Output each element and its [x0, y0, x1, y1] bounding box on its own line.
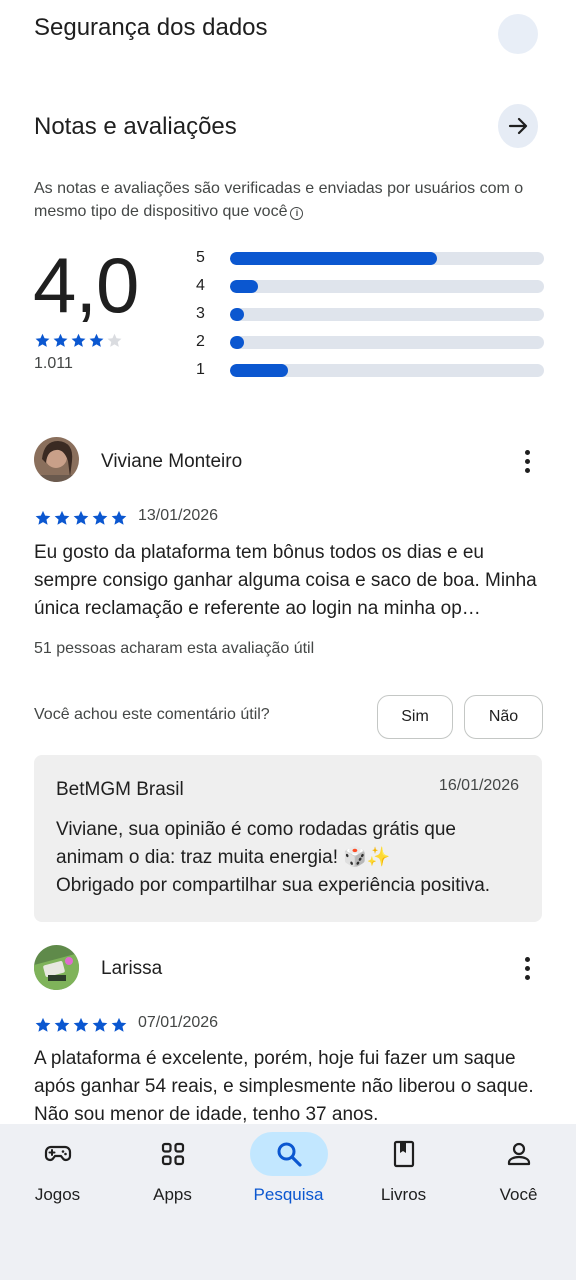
nav-label: Livros [380, 1185, 427, 1204]
nav-label: Pesquisa [253, 1185, 324, 1204]
nav-item-jogos[interactable]: Jogos [0, 1124, 115, 1224]
star-filled-icon [88, 332, 105, 349]
ratings-disclaimer: As notas e avaliações são verificadas e … [34, 180, 524, 220]
star-filled-icon [53, 1016, 71, 1034]
star-filled-icon [34, 332, 51, 349]
reviewer-name: Larissa [101, 958, 163, 979]
ratings-arrow-button[interactable] [498, 104, 538, 148]
avatar [34, 945, 79, 990]
avatar [34, 437, 79, 482]
average-rating: 4,0 [33, 241, 139, 329]
rating-bar-label: 2 [196, 333, 205, 350]
rating-bar-track [230, 335, 544, 349]
developer-name: BetMGM Brasil [56, 779, 184, 800]
bottom-navigation: Jogos Apps Pesquisa Livros Você [0, 1124, 576, 1280]
nav-label: Você [499, 1185, 538, 1204]
rating-bar-row: 4 [196, 272, 544, 300]
nav-item-você[interactable]: Você [461, 1124, 576, 1224]
nav-item-apps[interactable]: Apps [115, 1124, 230, 1224]
star-filled-icon [110, 1016, 128, 1034]
review-text[interactable]: Eu gosto da plataforma tem bônus todos o… [34, 539, 544, 623]
more-options-icon[interactable] [516, 953, 538, 983]
review-date: 13/01/2026 [138, 507, 219, 524]
rating-bar-row: 2 [196, 328, 544, 356]
search-icon [249, 1132, 328, 1176]
developer-reply-line: Viviane, sua opinião é como rodadas grát… [56, 819, 456, 868]
rating-bar-row: 3 [196, 300, 544, 328]
star-filled-icon [110, 509, 128, 527]
gamepad-icon [19, 1132, 97, 1176]
star-empty-icon [106, 332, 123, 349]
nav-label: Jogos [34, 1185, 81, 1204]
more-options-icon[interactable] [516, 446, 538, 476]
review-stars [34, 1016, 128, 1034]
ratings-header: Notas e avaliações [34, 104, 542, 152]
helpful-no-button[interactable]: Não [464, 695, 543, 739]
rating-bar-label: 1 [196, 361, 205, 378]
developer-reply-line: Obrigado por compartilhar sua experiênci… [56, 875, 491, 896]
developer-reply: BetMGM Brasil 16/01/2026 Viviane, sua op… [34, 755, 542, 922]
star-filled-icon [53, 509, 71, 527]
person-icon [480, 1132, 558, 1176]
star-filled-icon [91, 1016, 109, 1034]
review-card: Viviane Monteiro 13/01/2026 Eu gosto da … [34, 437, 544, 627]
star-filled-icon [34, 1016, 52, 1034]
rating-bar-track [230, 251, 544, 265]
rating-count: 1.011 [34, 355, 73, 372]
arrow-right-icon [508, 117, 528, 135]
rating-bar-row: 1 [196, 356, 544, 384]
star-filled-icon [91, 509, 109, 527]
developer-reply-text: Viviane, sua opinião é como rodadas grát… [56, 816, 526, 900]
review-date: 07/01/2026 [138, 1014, 219, 1031]
rating-bar-fill [230, 279, 259, 293]
book-icon [365, 1132, 443, 1176]
rating-bar-track [230, 279, 544, 293]
rating-bar-fill [230, 307, 245, 321]
developer-reply-date: 16/01/2026 [438, 777, 519, 794]
star-filled-icon [52, 332, 69, 349]
apps-grid-icon [134, 1132, 212, 1176]
star-filled-icon [70, 332, 87, 349]
rating-bar-fill [230, 251, 438, 265]
star-filled-icon [34, 509, 52, 527]
rating-bar-track [230, 363, 544, 377]
review-card: Larissa 07/01/2026 A plataforma é excele… [34, 944, 544, 1124]
data-safety-section-partial: Segurança dos dados [0, 0, 576, 60]
reviewer-name: Viviane Monteiro [101, 451, 243, 472]
average-stars [34, 332, 123, 349]
rating-bar-fill [230, 335, 245, 349]
helpful-question: Você achou este comentário útil? [34, 706, 270, 723]
rating-bar-label: 3 [196, 305, 205, 322]
rating-bar-track [230, 307, 544, 321]
rating-bar-fill [230, 363, 289, 377]
rating-distribution: 5 4 3 2 1 [196, 244, 544, 384]
nav-item-livros[interactable]: Livros [346, 1124, 461, 1224]
star-filled-icon [72, 1016, 90, 1034]
nav-item-pesquisa[interactable]: Pesquisa [231, 1124, 346, 1224]
review-text[interactable]: A plataforma é excelente, porém, hoje fu… [34, 1045, 544, 1124]
review-stars [34, 509, 128, 527]
rating-bar-row: 5 [196, 244, 544, 272]
star-filled-icon [72, 509, 90, 527]
ratings-title: Notas e avaliações [34, 113, 237, 140]
data-safety-arrow-button[interactable] [498, 14, 538, 54]
rating-bar-label: 4 [196, 277, 205, 294]
info-icon[interactable]: i [290, 207, 304, 220]
rating-bar-label: 5 [196, 249, 205, 266]
helpful-yes-button[interactable]: Sim [377, 695, 453, 739]
helpful-count: 51 pessoas acharam esta avaliação útil [34, 640, 315, 657]
nav-label: Apps [153, 1185, 192, 1204]
data-safety-title: Segurança dos dados [34, 14, 268, 41]
